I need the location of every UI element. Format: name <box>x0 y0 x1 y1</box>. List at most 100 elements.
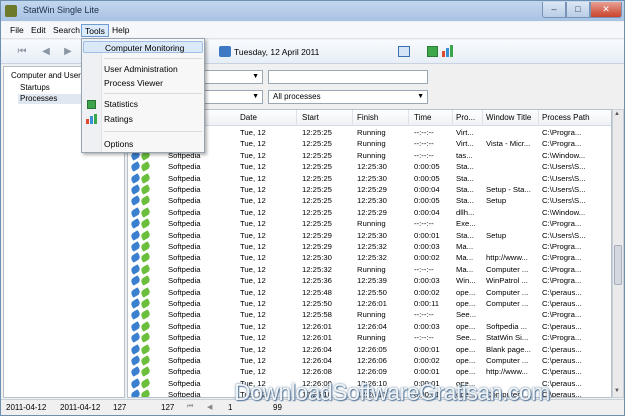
table-cell: Running <box>357 139 386 149</box>
process-icon <box>129 252 142 264</box>
date-filter-select[interactable]: ▼ <box>203 90 263 104</box>
table-row[interactable]: Softpedia Tue, 12 12:26:08 12:26:09 0:00:01 o… <box>128 366 611 378</box>
table-cell: Tue, 12 <box>240 253 266 263</box>
col-process[interactable]: Pro... <box>456 113 475 122</box>
table-cell: 12:25:39 <box>357 276 387 286</box>
col-time[interactable]: Time <box>414 113 431 122</box>
col-window-title[interactable]: Window Title <box>486 113 531 122</box>
table-cell: 0:00:02 <box>414 356 440 365</box>
ratings-chart-icon[interactable] <box>442 45 454 57</box>
menu-item-ratings[interactable]: Ratings <box>104 113 133 125</box>
table-row[interactable]: Softpedia Tue, 12 12:25:29 12:25:30 0:00:01 S… <box>128 229 611 241</box>
status-page: 1 <box>228 403 233 412</box>
back-icon[interactable]: ◀ <box>39 45 53 59</box>
table-row[interactable]: Softpedia Tue, 12 12:25:25 12:25:30 0:00:05 S… <box>128 195 611 207</box>
table-cell: --:--:-- <box>414 333 434 343</box>
forward-icon[interactable]: ▶ <box>61 45 75 59</box>
status-icon <box>139 252 152 264</box>
menu-edit[interactable]: Edit <box>28 24 49 37</box>
table-cell: Computer ... <box>486 287 529 297</box>
process-icon <box>129 275 142 286</box>
prev-first-icon[interactable]: ⏮ <box>15 45 29 59</box>
close-button[interactable]: ✕ <box>590 2 622 18</box>
table-row[interactable]: Softpedia Tue, 12 12:25:36 12:25:39 0:00:03 W… <box>128 275 611 286</box>
table-row[interactable]: Softpedia Tue, 12 12:25:32 Running --:--:-- M… <box>128 264 611 275</box>
statistics-icon <box>87 100 96 109</box>
table-cell: --:--:-- <box>414 150 434 160</box>
menu-search[interactable]: Search <box>50 24 83 37</box>
table-row[interactable]: Softpedia Tue, 12 12:25:25 12:25:30 0:00:05 S… <box>128 161 611 172</box>
table-cell: 12:25:25 <box>302 150 332 160</box>
status-date-from: 2011-04-12 <box>6 403 47 412</box>
table-row[interactable]: Softpedia Tue, 12 12:25:29 12:25:32 0:00:03 M… <box>128 241 611 252</box>
table-row[interactable]: Softpedia Tue, 12 12:25:25 12:25:29 0:00:04 S… <box>128 184 611 195</box>
status-icon <box>139 321 152 332</box>
menu-item-options[interactable]: Options <box>104 138 133 150</box>
menu-item-statistics[interactable]: Statistics <box>104 98 138 110</box>
user-filter-select[interactable]: ▼ <box>203 70 263 84</box>
table-row[interactable]: Softpedia Tue, 12 12:25:25 Running --:--:-- E… <box>128 218 611 229</box>
minimize-button[interactable]: – <box>542 2 566 18</box>
table-cell: Ma... <box>456 264 474 274</box>
vertical-scrollbar[interactable]: ▲ ▼ <box>612 109 624 398</box>
table-cell: C:\Progra... <box>542 310 582 320</box>
scrollbar-thumb[interactable] <box>614 245 622 285</box>
table-cell: C:\Window... <box>542 207 586 217</box>
table-row[interactable]: Softpedia Tue, 12 12:26:04 12:26:05 0:00:01 o… <box>128 343 611 355</box>
menu-bar: File Edit Search Tools Help <box>1 22 624 39</box>
table-cell: 12:25:29 <box>302 242 332 251</box>
table-cell: Sta... <box>456 196 474 206</box>
table-cell: 12:26:01 <box>302 321 332 331</box>
table-cell: Sta... <box>456 162 474 172</box>
table-cell: C:\peraus... <box>542 356 582 365</box>
table-cell: C:\peraus... <box>542 287 582 297</box>
menu-help[interactable]: Help <box>109 24 132 37</box>
table-cell: tas... <box>456 150 473 160</box>
table-cell: Softpedia <box>168 299 201 308</box>
table-row[interactable]: Softpedia Tue, 12 12:26:04 12:26:06 0:00:02 o… <box>128 355 611 366</box>
table-cell: Tue, 12 <box>240 173 266 183</box>
table-cell: Softpedia <box>168 367 201 377</box>
table-cell: WinPatrol ... <box>486 276 528 286</box>
table-row[interactable]: Softpedia Tue, 12 12:26:01 12:26:04 0:00:03 o… <box>128 321 611 332</box>
date-picker-icon[interactable] <box>398 46 410 57</box>
menu-item-process-viewer[interactable]: Process Viewer <box>104 77 163 89</box>
table-row[interactable]: Softpedia Tue, 12 12:25:48 12:25:50 0:00:02 o… <box>128 286 611 298</box>
col-finish[interactable]: Finish <box>357 113 378 122</box>
menu-file[interactable]: File <box>7 24 27 37</box>
table-cell: dllh... <box>456 207 475 217</box>
status-icon <box>139 298 152 309</box>
col-date[interactable]: Date <box>240 113 257 122</box>
search-input[interactable] <box>268 70 428 84</box>
table-row[interactable]: Softpedia Tue, 12 12:26:01 Running --:--:-- S… <box>128 332 611 343</box>
menu-tools[interactable]: Tools <box>81 24 109 37</box>
table-cell: Softpedia <box>168 321 201 331</box>
table-cell: C:\Progra... <box>542 264 582 274</box>
process-icon <box>129 229 142 241</box>
status-icon <box>139 161 152 172</box>
col-process-path[interactable]: Process Path <box>542 113 590 122</box>
statistics-icon[interactable] <box>427 46 438 57</box>
tree-item-startups[interactable]: Startups <box>18 83 52 93</box>
table-row[interactable]: Softpedia Tue, 12 12:25:25 12:25:30 0:00:05 S… <box>128 172 611 184</box>
process-filter-select[interactable]: All processes ▼ <box>268 90 428 104</box>
menu-item-user-administration[interactable]: User Administration <box>104 63 178 75</box>
col-start[interactable]: Start <box>302 113 319 122</box>
maximize-button[interactable]: □ <box>566 2 590 18</box>
calendar-icon[interactable] <box>219 46 231 57</box>
table-cell: Tue, 12 <box>240 196 266 206</box>
table-row[interactable]: Softpedia Tue, 12 12:25:30 12:25:32 0:00:02 M… <box>128 252 611 264</box>
prev-page-icon[interactable]: ◀ <box>207 403 212 411</box>
table-row[interactable]: Softpedia Tue, 12 12:25:50 12:26:01 0:00:11 o… <box>128 298 611 309</box>
table-row[interactable]: Softpedia Tue, 12 12:25:25 12:25:29 0:00:04 d… <box>128 207 611 218</box>
table-row[interactable]: Softpedia Tue, 12 12:25:58 Running --:--:-- S… <box>128 309 611 321</box>
table-cell: 12:26:01 <box>302 333 332 343</box>
menu-item-computer-monitoring[interactable]: Computer Monitoring <box>83 41 203 53</box>
process-icon <box>129 298 142 309</box>
tree-item-computer-users[interactable]: Computer and Users <box>9 71 87 81</box>
first-page-icon[interactable]: ⏮ <box>187 403 193 411</box>
table-cell: C:\Progra... <box>542 333 582 343</box>
table-cell: Softpedia <box>168 310 201 320</box>
window-title: StatWin Single Lite <box>23 5 100 15</box>
table-cell: Tue, 12 <box>240 139 266 149</box>
